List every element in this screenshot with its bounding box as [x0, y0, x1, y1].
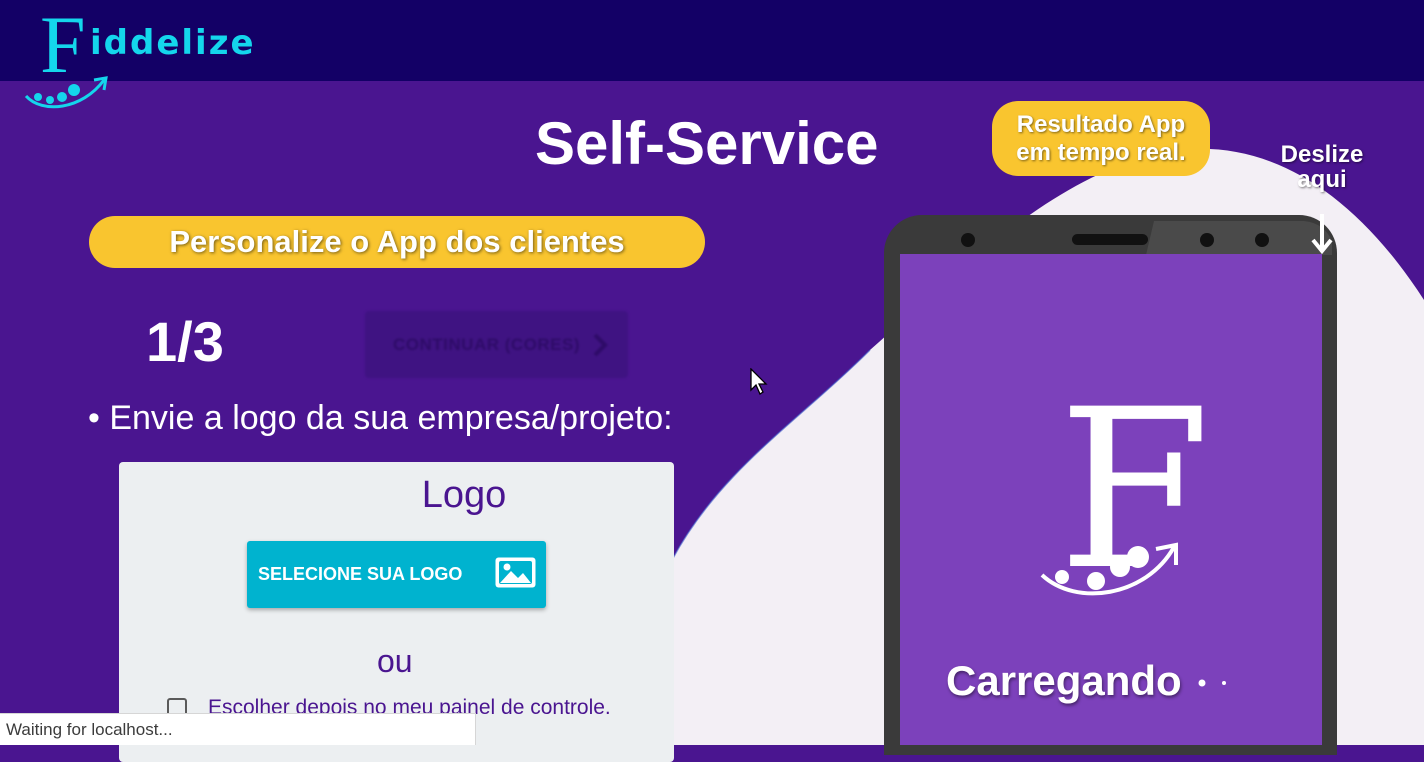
loading-text: Carregando	[946, 657, 1182, 704]
continue-colors-button[interactable]: CONTINUAR (CORES)	[365, 311, 628, 378]
swipe-hint-line2: aqui	[1297, 166, 1347, 193]
realtime-result-line2: em tempo real.	[1016, 138, 1186, 166]
mouse-cursor-icon	[750, 368, 768, 395]
realtime-result-line1: Resultado App	[1016, 110, 1186, 138]
continue-button-label: CONTINUAR (CORES)	[393, 334, 580, 354]
browser-status-bar: Waiting for localhost...	[0, 713, 476, 745]
arrow-down-icon	[1311, 214, 1333, 254]
loading-dots-icon	[1198, 679, 1226, 687]
upload-logo-prompt: • Envie a logo da sua empresa/projeto:	[88, 399, 673, 437]
page-title: Self-Service	[535, 110, 879, 177]
step-indicator: 1/3	[146, 310, 224, 373]
preview-brand-swoosh-icon	[1040, 542, 1178, 596]
realtime-result-badge: Resultado App em tempo real.	[992, 101, 1210, 176]
image-icon	[495, 557, 536, 588]
brand-logo-text[interactable]: iddelize	[90, 26, 256, 60]
swipe-hint-line1: Deslize	[1280, 141, 1364, 168]
logo-card-title: Logo	[421, 474, 507, 516]
select-logo-label: SELECIONE SUA LOGO	[258, 564, 463, 584]
select-logo-button[interactable]: SELECIONE SUA LOGO	[247, 541, 546, 608]
personalize-heading: Personalize o App dos clientes	[89, 216, 705, 268]
chevron-right-icon	[593, 333, 608, 356]
brand-swoosh-icon	[24, 76, 108, 109]
or-divider-text: ou	[377, 643, 413, 679]
swipe-hint: Deslize aqui	[1262, 142, 1382, 192]
phone-top-bezel	[961, 221, 1332, 255]
